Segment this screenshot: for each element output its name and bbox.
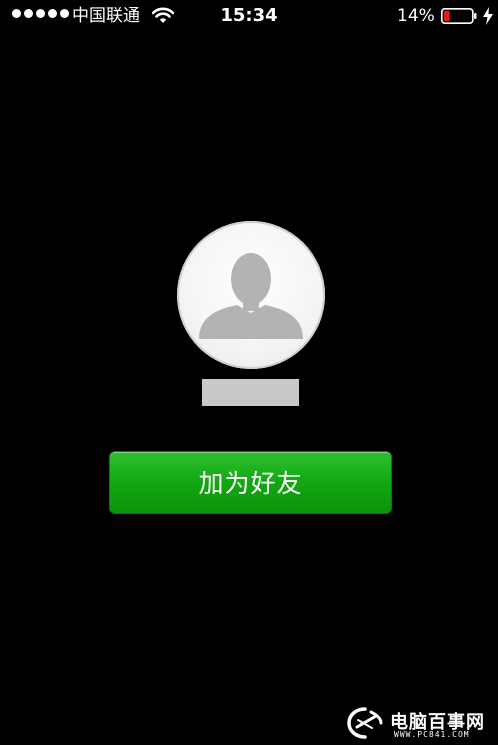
default-avatar-icon [199, 253, 303, 339]
watermark-url: WWW.PC841.COM [394, 730, 470, 739]
avatar [177, 221, 325, 369]
battery-icon [441, 8, 477, 24]
watermark: 电脑百事网 WWW.PC841.COM [346, 704, 496, 744]
pc841-logo-icon [347, 707, 383, 739]
charging-bolt-icon [483, 7, 493, 25]
contact-name-placeholder [202, 379, 299, 406]
screen: 中国联通 15:34 14% 加为好友 电脑百事网 WWW.PC841.COM [0, 0, 498, 745]
add-friend-button[interactable]: 加为好友 [109, 451, 392, 514]
battery-percentage: 14% [397, 6, 435, 26]
status-bar: 中国联通 15:34 14% [0, 0, 498, 32]
